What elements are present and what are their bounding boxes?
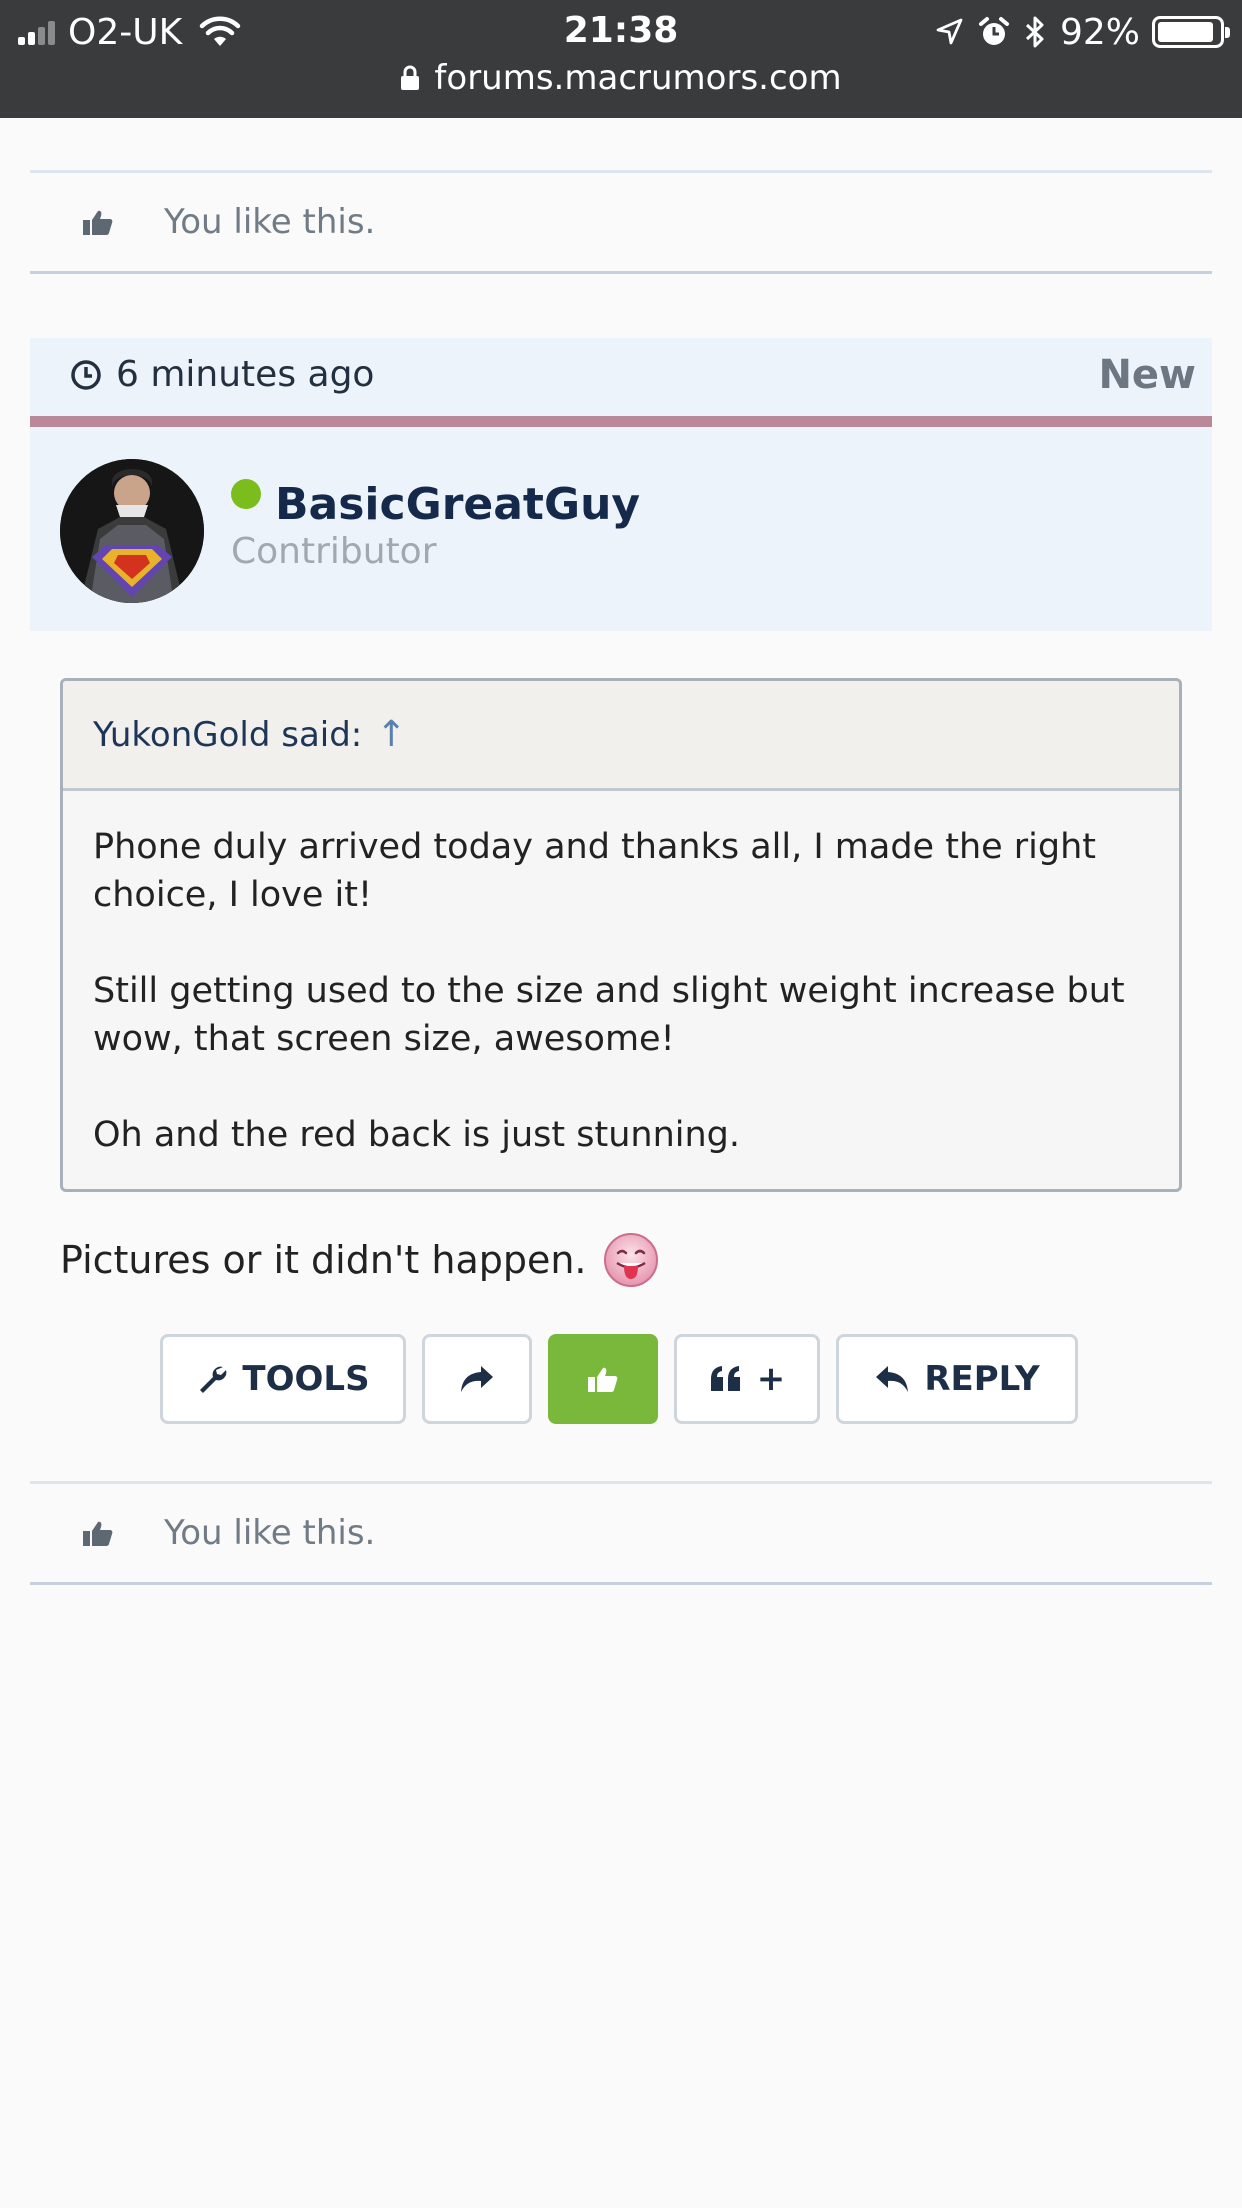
like-button[interactable] bbox=[548, 1334, 658, 1424]
jump-to-quote-link[interactable]: ↑ bbox=[376, 714, 406, 755]
quote-author: YukonGold said: bbox=[93, 714, 363, 755]
like-summary: You like this. bbox=[30, 1481, 1212, 1585]
reply-button[interactable]: REPLY bbox=[836, 1334, 1078, 1424]
tools-button[interactable]: TOOLS bbox=[160, 1334, 406, 1424]
quote-paragraph: Oh and the red back is just stunning. bbox=[93, 1115, 741, 1155]
quote-paragraph: Phone duly arrived today and thanks all,… bbox=[93, 827, 1097, 915]
post-author: BasicGreatGuy Contributor bbox=[30, 427, 1212, 631]
bluetooth-icon bbox=[1025, 16, 1044, 48]
post-timestamp[interactable]: 6 minutes ago bbox=[70, 354, 374, 395]
share-button[interactable] bbox=[422, 1334, 532, 1424]
new-badge: New bbox=[1098, 352, 1196, 398]
quote-header: YukonGold said: ↑ bbox=[63, 681, 1179, 791]
reply-label: REPLY bbox=[924, 1359, 1040, 1399]
status-right: 92% bbox=[934, 10, 1230, 54]
like-text: You like this. bbox=[164, 202, 376, 242]
quote-paragraph: Still getting used to the size and sligh… bbox=[93, 971, 1125, 1059]
thumbs-up-icon bbox=[83, 1521, 113, 1546]
reply-arrow-icon bbox=[876, 1366, 909, 1392]
battery-icon bbox=[1152, 16, 1230, 48]
like-summary: You like this. bbox=[30, 170, 1212, 274]
post-message-text: Pictures or it didn't happen. bbox=[60, 1238, 587, 1282]
tools-label: TOOLS bbox=[242, 1359, 370, 1399]
clock-icon bbox=[71, 359, 101, 390]
location-arrow-icon bbox=[936, 18, 963, 45]
thumbs-up-icon bbox=[83, 210, 113, 235]
alarm-icon bbox=[978, 17, 1009, 45]
page-url: forums.macrumors.com bbox=[434, 58, 842, 98]
author-role: Contributor bbox=[231, 531, 437, 572]
avatar-image bbox=[60, 459, 204, 603]
post-time-text: 6 minutes ago bbox=[116, 354, 375, 395]
share-arrow-icon bbox=[461, 1366, 493, 1392]
battery-percent: 92% bbox=[1059, 11, 1140, 53]
quote-body: Phone duly arrived today and thanks all,… bbox=[63, 791, 1179, 1159]
lock-icon bbox=[401, 65, 420, 90]
multiquote-button[interactable]: + bbox=[674, 1334, 820, 1424]
post-header: 6 minutes ago New bbox=[30, 338, 1212, 427]
multiquote-label: + bbox=[756, 1359, 786, 1399]
online-status-indicator bbox=[231, 479, 261, 509]
wrench-icon bbox=[200, 1366, 227, 1393]
battery-level bbox=[1158, 22, 1214, 42]
quoted-post: YukonGold said: ↑ Phone duly arrived tod… bbox=[60, 678, 1182, 1192]
avatar[interactable] bbox=[60, 459, 204, 603]
address-bar[interactable]: forums.macrumors.com bbox=[0, 58, 1242, 98]
status-bar: O2-UK 21:38 92% forums.macrumors.com bbox=[0, 0, 1242, 118]
like-text: You like this. bbox=[164, 1513, 376, 1553]
thumbs-up-icon bbox=[588, 1367, 618, 1392]
tongue-emoji-icon bbox=[603, 1233, 658, 1287]
quote-icon bbox=[710, 1366, 740, 1391]
author-name[interactable]: BasicGreatGuy bbox=[275, 479, 640, 530]
post-message: Pictures or it didn't happen. bbox=[60, 1232, 659, 1288]
